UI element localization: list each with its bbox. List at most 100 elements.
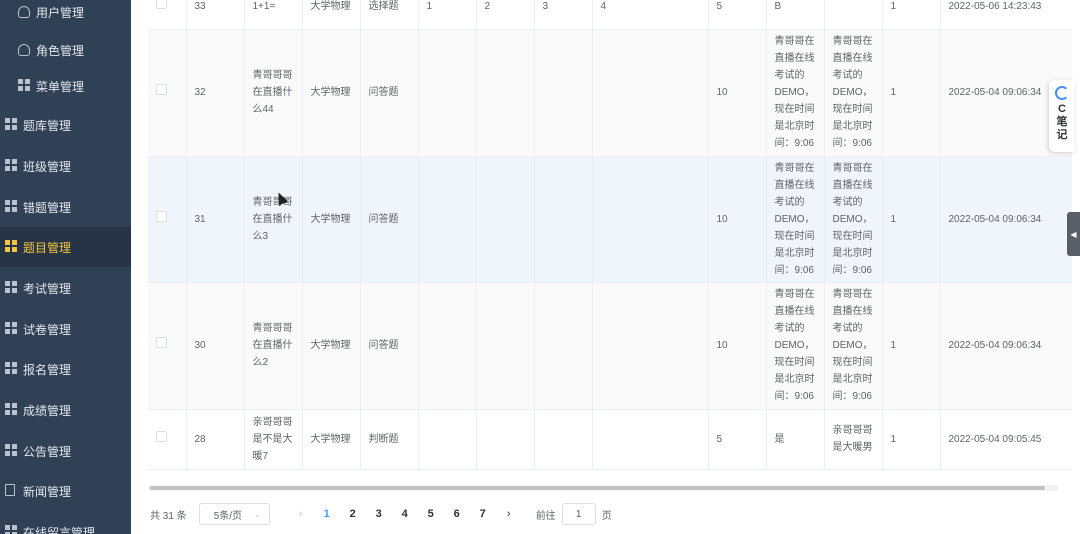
sidebar-item[interactable]: 题目管理 xyxy=(0,227,131,267)
cell-answer: 是 xyxy=(766,409,825,470)
cell-type: 问答题 xyxy=(360,29,419,157)
cell-score: 10 xyxy=(708,156,767,283)
cell-subject: 大学物理 xyxy=(302,409,361,470)
row-checkbox[interactable] xyxy=(156,0,167,10)
sidebar-item[interactable]: 班级管理 xyxy=(0,146,131,186)
cell-a: 1 xyxy=(418,0,477,30)
table-row[interactable]: 28 亲哥哥哥是不是大暖7 大学物理 判断题 5 是亲哥哥哥是大暖男 1 2022-05-04… xyxy=(148,409,1072,470)
goto-label: 前往 xyxy=(535,510,556,522)
grid-icon xyxy=(5,240,19,254)
cell-level: 1 xyxy=(882,156,941,283)
row-select-cell xyxy=(148,409,187,470)
row-checkbox[interactable] xyxy=(156,84,167,95)
cell-type: 判断题 xyxy=(360,409,419,470)
note-widget[interactable]: C笔记 xyxy=(1049,80,1075,152)
cell-c xyxy=(534,409,593,470)
cell-score: 10 xyxy=(708,29,767,157)
page-size-select[interactable]: 5条/页 ⌄ xyxy=(198,503,270,525)
row-checkbox[interactable] xyxy=(156,210,167,222)
user-icon xyxy=(18,43,32,57)
chevron-left-icon: ◀ xyxy=(1070,229,1077,239)
grid-icon xyxy=(5,362,19,376)
sidebar-item-label: 错题管理 xyxy=(23,200,72,215)
horizontal-scrollbar[interactable] xyxy=(148,485,1058,491)
sidebar-item-label: 在线留言管理 xyxy=(23,525,96,534)
sidebar-item[interactable]: 错题管理 xyxy=(0,187,131,227)
table-row[interactable]: 331+1=大学物理选择题12345B12022-05-06 14:23:43编… xyxy=(148,0,1072,30)
cell-level: 1 xyxy=(882,29,941,157)
page-button[interactable]: 2 xyxy=(340,508,366,520)
table-row[interactable]: 32 青哥哥哥在直播什么44 大学物理 问答题 10 青哥哥在直播在线考试的DEMO，现在… xyxy=(148,29,1072,157)
sidebar-item[interactable]: 角色管理 xyxy=(0,32,131,68)
sidebar-item[interactable]: 公告管理 xyxy=(0,431,131,471)
cell-d xyxy=(592,282,709,410)
sidebar-item[interactable]: 报名管理 xyxy=(0,349,131,389)
cell-type: 问答题 xyxy=(360,282,419,410)
sidebar-item[interactable]: 成绩管理 xyxy=(0,390,131,430)
cell-d xyxy=(592,156,709,283)
cell-answer: B xyxy=(766,0,825,30)
total-count: 共 31 条 xyxy=(150,510,187,522)
sidebar: 用户管理 角色管理菜单管理题库管理 班级管理错题管理题目管理考试管理试卷管理报名管理… xyxy=(0,0,131,534)
main-content: 331+1=大学物理选择题12345B12022-05-06 14:23:43编… xyxy=(131,0,1080,534)
cell-id: 30 xyxy=(186,282,245,410)
prev-page-button[interactable]: ‹ xyxy=(288,508,314,520)
cell-answer: 青哥哥在直播在线考试的DEMO，现在时间是北京时间：9:06 xyxy=(766,29,825,157)
cell-time: 2022-05-04 09:05:45 xyxy=(940,409,1072,470)
sidebar-item[interactable]: 菜单管理 xyxy=(0,68,131,104)
sidebar-item[interactable]: 题库管理 xyxy=(0,105,131,145)
cell-level: 1 xyxy=(882,0,941,30)
sidebar-item-label: 试卷管理 xyxy=(23,322,72,337)
grid-icon xyxy=(5,322,19,336)
sidebar-item[interactable]: 考试管理 xyxy=(0,268,131,308)
cell-c xyxy=(534,29,593,157)
grid-icon xyxy=(5,200,19,214)
page-button[interactable]: 7 xyxy=(470,508,496,520)
question-table: 331+1=大学物理选择题12345B12022-05-06 14:23:43编… xyxy=(148,0,1072,484)
cell-d: 4 xyxy=(592,0,709,30)
page-button[interactable]: 5 xyxy=(418,508,444,520)
cell-score: 5 xyxy=(708,0,767,30)
page-suffix: 页 xyxy=(601,510,612,522)
document-icon xyxy=(5,484,19,498)
page-list: 1234567 xyxy=(314,508,496,520)
cell-subject: 大学物理 xyxy=(302,29,361,157)
grid-icon xyxy=(5,118,19,132)
grid-icon xyxy=(18,79,32,93)
page-button[interactable]: 3 xyxy=(366,508,392,520)
page-button[interactable]: 6 xyxy=(444,508,470,520)
cell-c xyxy=(534,282,593,410)
cell-subject: 大学物理 xyxy=(302,156,361,283)
row-checkbox[interactable] xyxy=(156,337,167,348)
goto-page-input[interactable]: 1 xyxy=(561,503,596,525)
page-button[interactable]: 1 xyxy=(314,508,340,520)
table-row[interactable]: 30 青哥哥哥在直播什么2 大学物理 问答题 10 青哥哥在直播在线考试的DEMO，现在时… xyxy=(148,282,1072,410)
row-select-cell xyxy=(148,156,187,283)
row-checkbox[interactable] xyxy=(156,430,167,442)
sidebar-item[interactable]: 新闻管理 xyxy=(0,471,131,511)
cell-analysis: 青哥哥在直播在线考试的DEMO，现在时间是北京时间：9:06 xyxy=(824,29,883,157)
sidebar-item-label: 题目管理 xyxy=(23,240,72,255)
collapse-handle[interactable]: ◀ xyxy=(1067,212,1080,256)
scrollbar-thumb[interactable] xyxy=(150,486,1045,490)
cell-b xyxy=(476,409,535,470)
next-page-button[interactable]: › xyxy=(496,508,522,520)
cell-time: 2022-05-06 14:23:43 xyxy=(940,0,1072,30)
sidebar-item-label: 公告管理 xyxy=(23,444,72,459)
sidebar-item[interactable]: 用户管理 xyxy=(0,0,131,30)
cell-question: 亲哥哥哥是不是大暖7 xyxy=(244,409,303,470)
chevron-down-icon: ⌄ xyxy=(253,509,261,519)
cell-analysis: 亲哥哥哥是大暖男 xyxy=(824,409,883,470)
sidebar-item-label: 报名管理 xyxy=(23,362,72,377)
cell-id: 31 xyxy=(186,156,245,283)
cell-time: 2022-05-04 09:06:34 xyxy=(940,282,1072,410)
table-row[interactable]: 31 青哥哥哥在直播什么3 大学物理 问答题 10 青哥哥在直播在线考试的DEMO，现在时… xyxy=(148,156,1072,283)
page-button[interactable]: 4 xyxy=(392,508,418,520)
sidebar-item-label: 新闻管理 xyxy=(23,484,72,499)
grid-icon xyxy=(5,281,19,295)
cell-question: 1+1= xyxy=(244,0,303,30)
sidebar-item[interactable]: 试卷管理 xyxy=(0,309,131,349)
sidebar-item[interactable]: 在线留言管理 xyxy=(0,512,131,534)
cell-type: 问答题 xyxy=(360,156,419,283)
sidebar-item-label: 菜单管理 xyxy=(36,79,85,94)
